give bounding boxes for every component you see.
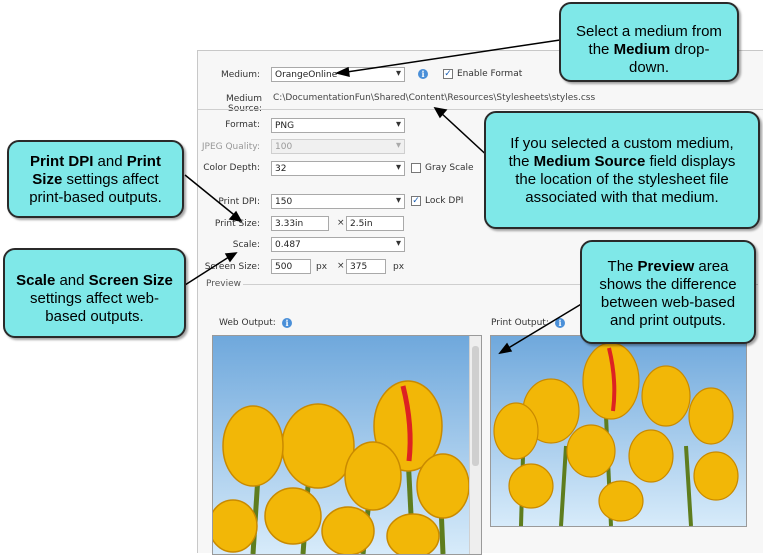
tulip-image <box>491 336 746 526</box>
print-size-label: Print Size: <box>214 219 260 229</box>
info-icon[interactable]: i <box>555 318 565 328</box>
callout-preview: The Preview area shows the difference be… <box>580 240 756 344</box>
color-depth-label: Color Depth: <box>203 163 260 173</box>
scale-dropdown[interactable]: 0.487 <box>271 237 405 252</box>
times-sign: × <box>337 261 345 271</box>
px-unit: px <box>316 262 328 272</box>
callout-text: The <box>607 258 638 275</box>
callout-bold: Screen Size <box>88 272 173 289</box>
medium-label: Medium: <box>220 70 260 80</box>
gray-scale-label: Gray Scale <box>425 163 474 173</box>
jpeg-quality-dropdown: 100 <box>271 139 405 154</box>
px-unit: px <box>393 262 405 272</box>
callout-bold: Medium <box>613 41 671 58</box>
info-icon[interactable]: i <box>418 69 428 79</box>
callout-bold: Print DPI <box>30 153 94 170</box>
web-output-label: Web Output: <box>219 318 276 328</box>
divider <box>198 109 763 110</box>
callout-print: Print DPI and Print Size settings affect… <box>7 140 184 218</box>
gray-scale-checkbox[interactable] <box>411 163 421 173</box>
lock-dpi-label: Lock DPI <box>425 196 464 206</box>
format-label: Format: <box>225 120 260 130</box>
format-dropdown[interactable]: PNG <box>271 118 405 133</box>
times-sign: × <box>337 218 345 228</box>
callout-scale: Scale and Screen Size settings affect we… <box>3 248 186 338</box>
screen-width-input[interactable]: 500 <box>271 259 311 274</box>
medium-dropdown[interactable]: OrangeOnline <box>271 67 405 82</box>
lock-dpi-checkbox[interactable]: ✓ <box>411 196 421 206</box>
jpeg-quality-label: JPEG Quality: <box>201 142 260 152</box>
callout-text: settings affect web-based outputs. <box>30 290 159 325</box>
info-icon[interactable]: i <box>282 318 292 328</box>
callout-bold: Scale <box>16 272 56 289</box>
callout-bold: Preview <box>637 258 695 275</box>
tulip-image <box>213 336 470 554</box>
callout-text: and <box>55 272 89 289</box>
print-output-label: Print Output: <box>491 318 549 328</box>
medium-source-path: C:\DocumentationFun\Shared\Content\Resou… <box>273 93 596 103</box>
enable-format-checkbox[interactable]: ✓ <box>443 69 453 79</box>
medium-source-label: Medium Source: <box>226 94 262 114</box>
scale-label: Scale: <box>232 240 260 250</box>
scrollbar-thumb[interactable] <box>472 346 479 466</box>
color-depth-dropdown[interactable]: 32 <box>271 161 405 176</box>
web-output-preview <box>212 335 482 555</box>
callout-medium: Select a medium from the Medium drop-dow… <box>559 2 739 82</box>
print-dpi-dropdown[interactable]: 150 <box>271 194 405 209</box>
callout-text: and <box>93 153 127 170</box>
web-preview-scrollbar[interactable] <box>469 336 481 554</box>
print-dpi-label: Print DPI: <box>218 197 260 207</box>
screen-height-input[interactable]: 375 <box>346 259 386 274</box>
enable-format-label: Enable Format <box>457 69 523 79</box>
screen-size-label: Screen Size: <box>204 262 260 272</box>
callout-medium-source: If you selected a custom medium, the Med… <box>484 111 760 229</box>
print-height-input[interactable]: 2.5in <box>346 216 404 231</box>
preview-heading: Preview <box>206 279 242 289</box>
callout-bold: Medium Source <box>533 153 646 170</box>
print-output-preview <box>490 335 747 527</box>
print-width-input[interactable]: 3.33in <box>271 216 329 231</box>
